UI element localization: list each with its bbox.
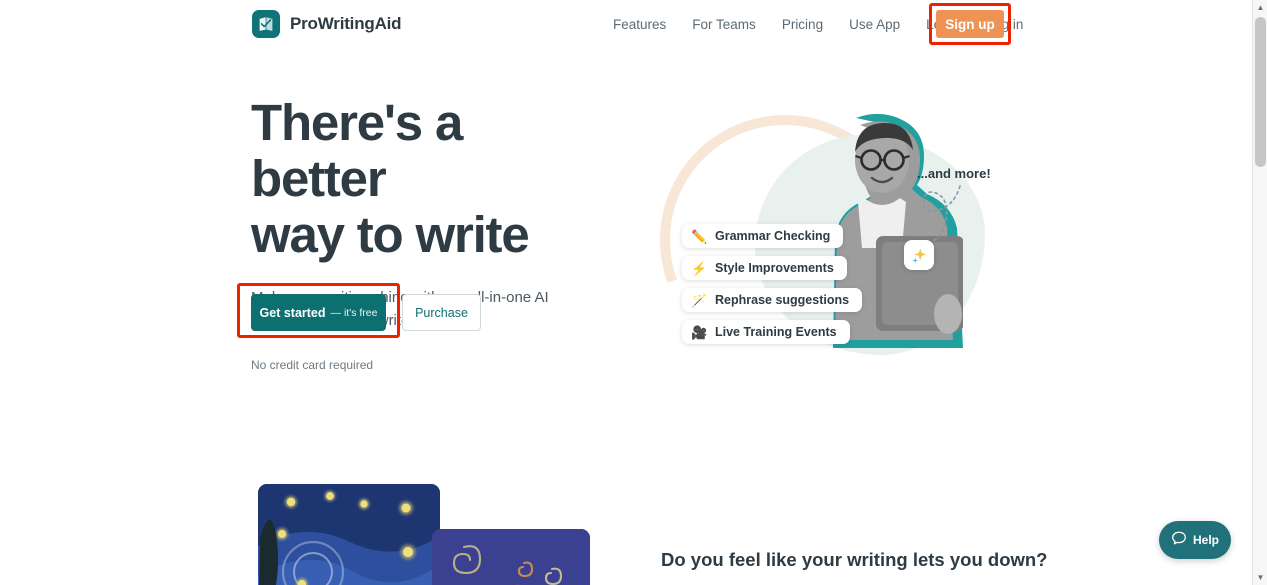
feature-pill-live-training-events: 🎥 Live Training Events — [682, 320, 850, 344]
hero-text-column: There's a better way to write Make your … — [237, 95, 591, 372]
book-check-logo-icon — [252, 10, 280, 38]
blue-swirls-image-card — [432, 529, 590, 585]
scroll-up-arrow-icon[interactable]: ▲ — [1253, 0, 1267, 15]
page-title: There's a better way to write — [251, 95, 591, 263]
feature-pill-style-improvements: ⚡ Style Improvements — [682, 256, 847, 280]
page-canvas: ProWritingAid Features For Teams Pricing… — [0, 0, 1252, 585]
feature-pill-list: ✏️ Grammar Checking ⚡ Style Improvements… — [682, 224, 902, 352]
pencil-icon: ✏️ — [691, 228, 708, 244]
feature-label-rephrase-suggestions: Rephrase suggestions — [715, 293, 850, 307]
brand-name: ProWritingAid — [290, 14, 402, 33]
get-started-sublabel: — it's free — [330, 306, 378, 319]
lightning-bolt-icon: ⚡ — [691, 260, 708, 276]
purchase-button[interactable]: Purchase — [402, 294, 481, 331]
feature-label-grammar-checking: Grammar Checking — [715, 229, 831, 243]
movie-camera-icon: 🎥 — [691, 324, 708, 340]
scroll-down-arrow-icon[interactable]: ▼ — [1253, 570, 1267, 585]
section-heading-writing-lets-you-down: Do you feel like your writing lets you d… — [661, 549, 1048, 570]
nav-link-for-teams[interactable]: For Teams — [679, 11, 769, 38]
site-header: ProWritingAid Features For Teams Pricing… — [0, 0, 1252, 49]
get-started-label: Get started — [259, 305, 326, 320]
feature-pill-grammar-checking: ✏️ Grammar Checking — [682, 224, 844, 248]
dotted-arrow-squiggle-icon — [922, 185, 961, 243]
hero-title-line-2: way to write — [251, 206, 530, 263]
nav-link-use-app[interactable]: Use App — [836, 11, 913, 38]
vertical-scrollbar[interactable]: ▲ ▼ — [1252, 0, 1267, 585]
hero-cta-row: Get started — it's free Purchase — [237, 283, 591, 340]
feature-label-live-training-events: Live Training Events — [715, 325, 837, 339]
help-widget-button[interactable]: Help — [1159, 521, 1231, 559]
brand-logo-link[interactable]: ProWritingAid — [252, 10, 402, 38]
help-widget-label: Help — [1192, 533, 1219, 547]
get-started-button[interactable]: Get started — it's free — [251, 294, 386, 331]
and-more-annotation: ...and more! — [917, 166, 991, 181]
starry-night-image-card — [258, 484, 440, 585]
no-credit-card-note: No credit card required — [251, 358, 374, 372]
magic-wand-icon: 🪄 — [691, 292, 708, 308]
sign-up-button[interactable]: Sign up — [936, 10, 1004, 38]
scrollbar-thumb[interactable] — [1255, 17, 1266, 167]
hero-title-line-1: There's a better — [251, 94, 463, 207]
feature-label-style-improvements: Style Improvements — [715, 261, 834, 275]
nav-link-features[interactable]: Features — [600, 11, 679, 38]
hero-illustration: ✏️ Grammar Checking ⚡ Style Improvements… — [618, 73, 1040, 407]
signup-button-group: Sign up — [929, 3, 1011, 45]
feature-pill-rephrase-suggestions: 🪄 Rephrase suggestions — [682, 288, 863, 312]
chat-bubble-icon — [1171, 530, 1187, 551]
nav-link-pricing[interactable]: Pricing — [769, 11, 836, 38]
